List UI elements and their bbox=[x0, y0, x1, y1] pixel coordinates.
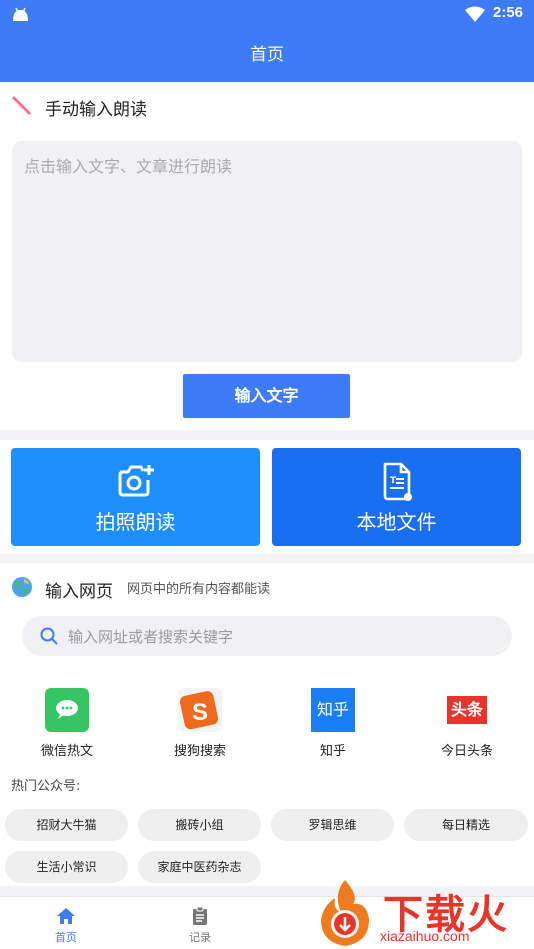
text-input-placeholder: 点击输入文字、文章进行朗读 bbox=[24, 157, 233, 176]
site-sogou[interactable]: S 搜狗搜索 bbox=[150, 688, 250, 759]
text-input-area[interactable]: 点击输入文字、文章进行朗读 bbox=[12, 141, 522, 362]
site-label: 今日头条 bbox=[440, 744, 493, 759]
svg-text:S: S bbox=[192, 699, 208, 726]
site-label: 微信热文 bbox=[40, 744, 93, 759]
web-input-title: 输入网页 bbox=[45, 582, 113, 602]
hot-account-chip[interactable]: 搬砖小组 bbox=[138, 809, 261, 841]
pencil-icon bbox=[12, 96, 31, 115]
tab-records[interactable]: 记录 bbox=[160, 900, 240, 945]
hot-account-chip[interactable]: 每日精选 bbox=[404, 809, 528, 841]
web-input-subtitle: 网页中的所有内容都能读 bbox=[127, 582, 271, 597]
photo-read-label: 拍照朗读 bbox=[95, 510, 176, 534]
page-title: 首页 bbox=[0, 30, 534, 82]
tab-records-label: 记录 bbox=[189, 931, 211, 944]
url-search-input[interactable]: 输入网址或者搜索关键字 bbox=[22, 616, 512, 656]
tab-home-label: 首页 bbox=[55, 931, 77, 944]
hot-account-chip[interactable]: 罗辑思维 bbox=[271, 809, 394, 841]
svg-text:T: T bbox=[390, 476, 397, 486]
watermark-url: xiazaihuo.com bbox=[380, 928, 470, 944]
manual-input-title: 手动输入朗读 bbox=[45, 100, 147, 120]
wifi-icon bbox=[465, 6, 485, 22]
camera-plus-icon bbox=[118, 465, 154, 497]
hot-account-chip[interactable]: 生活小常识 bbox=[5, 851, 128, 883]
local-file-button[interactable]: T 本地文件 bbox=[272, 448, 521, 546]
wechat-icon bbox=[45, 688, 89, 732]
search-placeholder: 输入网址或者搜索关键字 bbox=[68, 628, 234, 646]
site-label: 搜狗搜索 bbox=[173, 744, 226, 759]
status-bar: 2:56 bbox=[0, 0, 534, 30]
site-label: 知乎 bbox=[319, 744, 346, 759]
home-icon bbox=[57, 908, 75, 924]
globe-icon bbox=[12, 577, 32, 597]
watermark-logo: 下载火 xiazaihuo.com bbox=[313, 876, 534, 949]
document-icon: T bbox=[383, 462, 412, 501]
input-text-button[interactable]: 输入文字 bbox=[183, 374, 350, 418]
flame-icon bbox=[321, 880, 369, 946]
zhihu-icon: 知乎 bbox=[311, 688, 355, 732]
tab-home[interactable]: 首页 bbox=[26, 900, 106, 945]
site-toutiao[interactable]: 头条 今日头条 bbox=[417, 688, 517, 759]
hot-account-chip[interactable]: 家庭中医药杂志 bbox=[138, 851, 261, 883]
sogou-icon: S bbox=[178, 688, 222, 732]
hot-account-chip[interactable]: 招财大牛猫 bbox=[5, 809, 128, 841]
site-zhihu[interactable]: 知乎 知乎 bbox=[283, 688, 383, 759]
android-icon bbox=[13, 7, 28, 21]
site-wechat[interactable]: 微信热文 bbox=[17, 688, 117, 759]
local-file-label: 本地文件 bbox=[356, 510, 437, 534]
photo-read-button[interactable]: 拍照朗读 bbox=[11, 448, 260, 546]
toutiao-icon: 头条 bbox=[445, 688, 489, 732]
status-time: 2:56 bbox=[493, 4, 524, 21]
clipboard-icon bbox=[193, 906, 207, 925]
search-icon bbox=[40, 627, 58, 645]
hot-accounts-label: 热门公众号: bbox=[11, 779, 81, 794]
